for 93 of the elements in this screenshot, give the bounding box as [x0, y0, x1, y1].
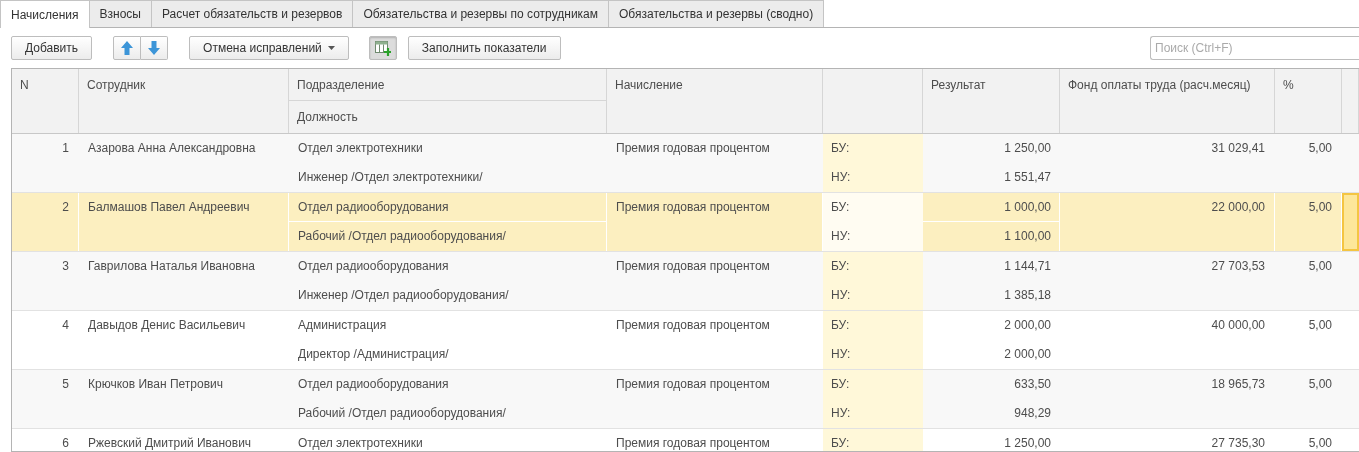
table-cell: Давыдов Денис Васильевич — [88, 318, 246, 332]
table-cell: 1 — [62, 141, 69, 155]
table-cell: Рабочий /Отдел радиооборудования/ — [298, 229, 506, 243]
table-row[interactable]: 3 Гаврилова Наталья Ивановна Отдел радиооборудования Инженер /Отдел радиооборудования/ Премия годовая процентом БУ: НУ: 1 144,71 1 385,18 27 703,53 5,00 — [12, 252, 1359, 311]
table-cell: Премия годовая процентом — [616, 318, 770, 332]
table-cell: 948,29 — [1014, 406, 1051, 420]
table-cell: Премия годовая процентом — [616, 259, 770, 273]
table-cell: 3 — [62, 259, 69, 273]
arrow-down-icon — [148, 41, 161, 55]
table-cell: БУ: — [831, 259, 850, 273]
table-cell: 31 029,41 — [1211, 141, 1265, 155]
table-cell: Рабочий /Отдел радиооборудования/ — [298, 406, 506, 420]
table-cell: 5,00 — [1308, 436, 1332, 450]
table-cell: 18 965,73 — [1211, 377, 1265, 391]
table-cell: Премия годовая процентом — [616, 377, 770, 391]
current-cell-marker — [1342, 193, 1359, 251]
table-cell: Премия годовая процентом — [616, 436, 770, 450]
table-cell: 27 735,30 — [1211, 436, 1265, 450]
table-cell: 5 — [62, 377, 69, 391]
move-down-button[interactable] — [141, 36, 169, 60]
table-cell: НУ: — [831, 347, 851, 361]
table-cell: 633,50 — [1014, 377, 1051, 391]
table-cell: 22 000,00 — [1211, 200, 1265, 214]
table-cell: 5,00 — [1308, 141, 1332, 155]
table-cell: Балмашов Павел Андреевич — [88, 200, 250, 214]
table-cell: 1 385,18 — [1004, 288, 1051, 302]
table-row[interactable]: 5 Крючков Иван Петрович Отдел радиооборудования Рабочий /Отдел радиооборудования/ Премия годовая процентом БУ: НУ: 633,50 948,29 18 965,73 5,00 — [12, 370, 1359, 429]
table-cell: НУ: — [831, 229, 851, 243]
table-cell: 5,00 — [1308, 377, 1332, 391]
table-row[interactable]: 2 Балмашов Павел Андреевич Отдел радиооборудования Рабочий /Отдел радиооборудования/ Премия годовая процентом БУ: НУ: 1 000,00 1 100,00 22 000,00 5,00 — [12, 193, 1359, 252]
tab[interactable]: Начисления — [0, 0, 90, 28]
table-cell: 1 250,00 — [1004, 436, 1051, 450]
table-toggle-button[interactable] — [368, 36, 397, 60]
tab[interactable]: Взносы — [88, 0, 152, 27]
table-cell: 40 000,00 — [1211, 318, 1265, 332]
table-cell: Отдел электротехники — [298, 141, 423, 155]
table-cell: Крючков Иван Петрович — [88, 377, 223, 391]
fill-indicators-button[interactable]: Заполнить показатели — [407, 36, 561, 60]
table-cell: 1 100,00 — [1004, 229, 1051, 243]
column-header: Фонд оплаты труда (расч.месяц) — [1060, 69, 1275, 133]
table-cell: БУ: — [831, 436, 850, 450]
table-cell: 5,00 — [1308, 200, 1332, 214]
table-cell: 4 — [62, 318, 69, 332]
table-cell: 1 250,00 — [1004, 141, 1051, 155]
arrow-up-icon — [121, 41, 134, 55]
table-row[interactable]: 1 Азарова Анна Александровна Отдел электротехники Инженер /Отдел электротехники/ Премия годовая процентом БУ: НУ: 1 250,00 1 551,47 31 029,41 5,00 — [12, 134, 1359, 193]
table-cell: Гаврилова Наталья Ивановна — [88, 259, 256, 273]
tab[interactable]: Обязательства и резервы по сотрудникам — [352, 0, 610, 27]
table-cell: 1 000,00 — [1004, 200, 1051, 214]
table-cell: НУ: — [831, 170, 851, 184]
table-cell: БУ: — [831, 377, 850, 391]
table-cell: Отдел радиооборудования — [298, 377, 449, 391]
table-cell: БУ: — [831, 141, 850, 155]
tab[interactable]: Обязательства и резервы (сводно) — [608, 0, 825, 27]
table-cell: Отдел радиооборудования — [298, 259, 449, 273]
column-header: Результат — [923, 69, 1060, 133]
column-header: Сотрудник — [79, 69, 289, 133]
add-button[interactable]: Добавить — [11, 36, 93, 60]
table-cell: Отдел электротехники — [298, 436, 423, 450]
table-row[interactable]: 4 Давыдов Денис Васильевич Администрация Директор /Администрация/ Премия годовая процентом БУ: НУ: 2 000,00 2 000,00 40 000,00 5,00 — [12, 311, 1359, 370]
table-cell: 2 — [62, 200, 69, 214]
cancel-corrections-button[interactable]: Отмена исправлений — [189, 36, 349, 60]
table-cell: Инженер /Отдел электротехники/ — [298, 170, 483, 184]
table-cell: НУ: — [831, 406, 851, 420]
table-cell: БУ: — [831, 318, 850, 332]
table-cell: Премия годовая процентом — [616, 141, 770, 155]
table-cell: Премия годовая процентом — [616, 200, 770, 214]
column-header: Начисление — [607, 69, 823, 133]
table-cell: 2 000,00 — [1004, 347, 1051, 361]
table-cell: БУ: — [831, 200, 850, 214]
column-header: Должность — [289, 101, 607, 133]
table-cell: Администрация — [298, 318, 387, 332]
table-plus-icon — [374, 40, 391, 56]
column-header: Подразделение — [289, 69, 607, 101]
table-cell: НУ: — [831, 288, 851, 302]
table-cell: Ржевский Дмитрий Иванович — [88, 436, 252, 450]
table-cell: 27 703,53 — [1211, 259, 1265, 273]
table-cell: 2 000,00 — [1004, 318, 1051, 332]
table-cell: 6 — [62, 436, 69, 450]
move-up-button[interactable] — [113, 36, 142, 60]
table-cell: 1 144,71 — [1004, 259, 1051, 273]
column-header: N — [12, 69, 79, 133]
table-cell: 1 551,47 — [1004, 170, 1051, 184]
table-cell: Инженер /Отдел радиооборудования/ — [298, 288, 509, 302]
caret-icon — [327, 46, 335, 50]
table-cell: 5,00 — [1308, 259, 1332, 273]
table-cell: Отдел радиооборудования — [298, 200, 449, 214]
table-cell: 5,00 — [1308, 318, 1332, 332]
table-cell: Азарова Анна Александровна — [88, 141, 256, 155]
table-cell: Директор /Администрация/ — [298, 347, 449, 361]
tab[interactable]: Расчет обязательств и резервов — [151, 0, 354, 27]
search-field[interactable]: Поиск (Ctrl+F) — [1150, 36, 1359, 60]
column-header: % — [1275, 69, 1342, 133]
